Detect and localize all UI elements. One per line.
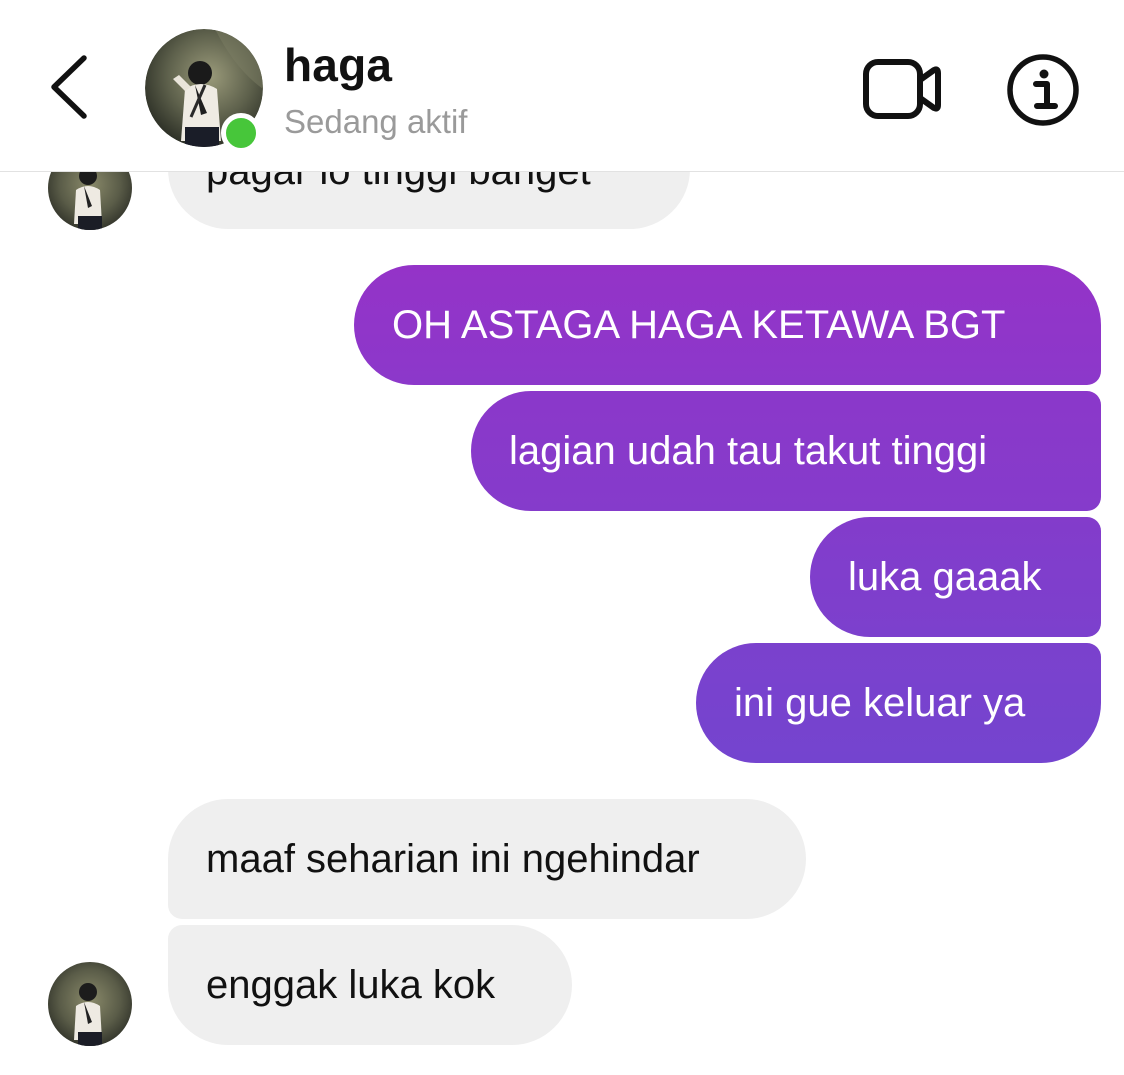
message-text: enggak luka kok — [206, 963, 496, 1007]
contact-avatar-small[interactable] — [48, 962, 132, 1046]
message-text: luka gaaak — [848, 555, 1042, 599]
message-text: maaf seharian ini ngehindar — [206, 837, 700, 881]
info-icon — [1007, 54, 1079, 126]
message-bubble-outgoing[interactable]: ini gue keluar ya — [696, 643, 1101, 763]
message-bubble-incoming[interactable]: maaf seharian ini ngehindar — [168, 799, 806, 919]
contact-avatar[interactable] — [145, 29, 263, 153]
chat-header: haga Sedang aktif — [0, 0, 1124, 172]
chevron-left-icon — [51, 55, 87, 119]
message-text: ini gue keluar ya — [734, 681, 1026, 725]
message-bubble-outgoing[interactable]: OH ASTAGA HAGA KETAWA BGT — [354, 265, 1101, 385]
message-bubble-outgoing[interactable]: lagian udah tau takut tinggi — [471, 391, 1101, 511]
back-button[interactable] — [40, 50, 100, 124]
contact-name[interactable]: haga — [284, 38, 392, 92]
active-status: Sedang aktif — [284, 103, 468, 140]
video-call-button[interactable] — [862, 58, 942, 120]
contact-photo — [48, 962, 132, 1046]
message-bubble-incoming[interactable]: enggak luka kok — [168, 925, 572, 1045]
video-call-icon — [863, 59, 941, 119]
message-text: OH ASTAGA HAGA KETAWA BGT — [392, 303, 1006, 347]
message-bubble-outgoing[interactable]: luka gaaak — [810, 517, 1101, 637]
message-text: lagian udah tau takut tinggi — [509, 429, 988, 473]
chat-screen: pagar lo tinggi banget OH ASTA — [0, 0, 1124, 1075]
info-button[interactable] — [1005, 52, 1081, 128]
online-indicator — [221, 113, 261, 153]
